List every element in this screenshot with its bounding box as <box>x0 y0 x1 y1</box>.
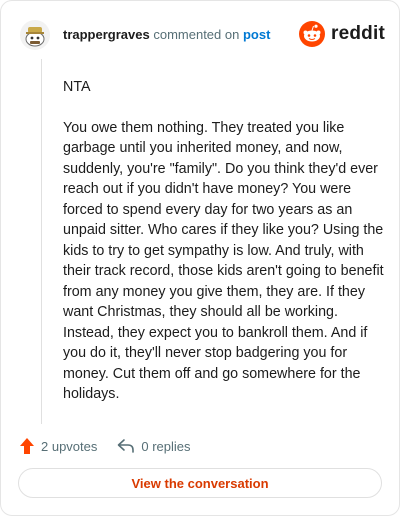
username-link[interactable]: trappergraves <box>63 27 150 42</box>
reddit-logo[interactable]: reddit <box>299 19 385 49</box>
reply-count: 0 replies <box>141 438 191 454</box>
reply-arrow-icon <box>118 439 135 453</box>
upvote-button[interactable]: 2 upvotes <box>19 437 97 455</box>
comment-header: trappergraves commented on post reddit <box>15 15 385 55</box>
post-link[interactable]: post <box>243 27 270 42</box>
action-text: commented on <box>153 27 240 42</box>
comment-body: NTA You owe them nothing. They treated y… <box>63 77 389 425</box>
reddit-logo-icon <box>299 21 326 47</box>
view-conversation-button[interactable]: View the conversation <box>18 468 382 498</box>
upvote-arrow-icon <box>20 438 34 454</box>
reply-button[interactable]: 0 replies <box>117 438 191 454</box>
reddit-wordmark: reddit <box>331 23 385 44</box>
comment-meta: trappergraves commented on post <box>63 27 270 42</box>
upvote-count: 2 upvotes <box>41 438 98 454</box>
comment-paragraph: You owe them nothing. They treated you l… <box>63 119 384 403</box>
user-avatar-icon[interactable] <box>19 19 51 51</box>
comment-actions: 2 upvotes 0 replies <box>19 435 211 457</box>
comment-paragraph: NTA <box>63 79 91 95</box>
thread-line <box>41 59 42 424</box>
comment-embed-card: trappergraves commented on post reddit N… <box>0 0 400 516</box>
